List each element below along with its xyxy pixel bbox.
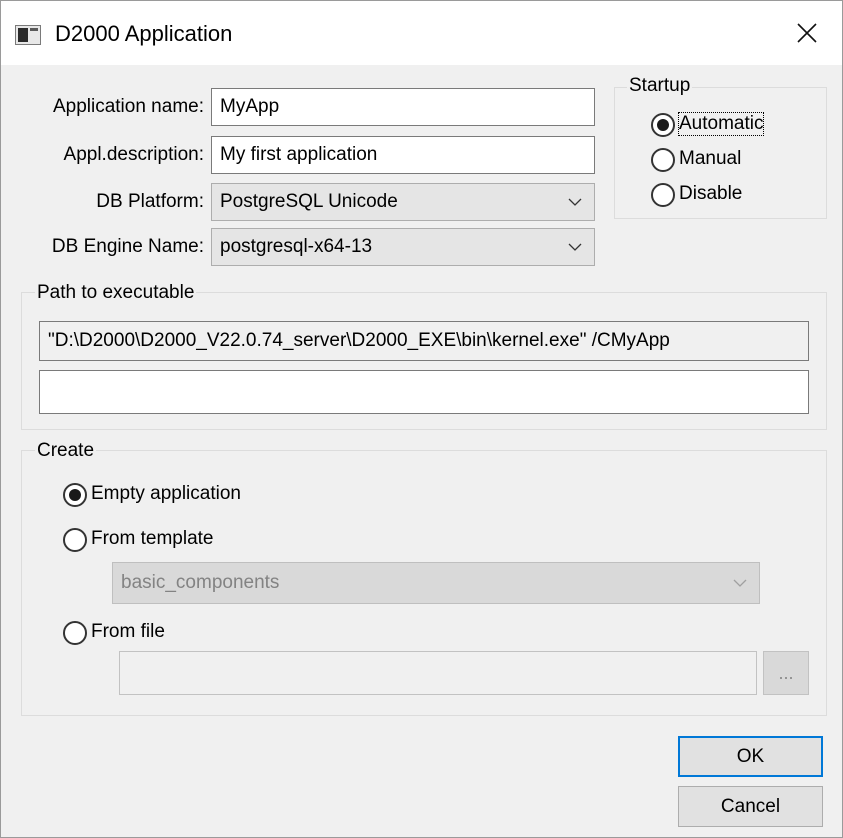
application-name-label: Application name: bbox=[52, 96, 204, 117]
create-empty-label[interactable]: Empty application bbox=[91, 483, 241, 505]
close-button[interactable] bbox=[772, 1, 842, 65]
ok-button[interactable]: OK bbox=[678, 736, 823, 777]
create-file-label[interactable]: From file bbox=[91, 621, 165, 643]
chevron-down-icon bbox=[733, 579, 747, 587]
db-platform-select[interactable]: PostgreSQL Unicode bbox=[211, 183, 595, 221]
template-select[interactable]: basic_components bbox=[112, 562, 760, 604]
description-input[interactable]: My first application bbox=[211, 136, 595, 174]
startup-automatic-radio[interactable] bbox=[651, 113, 675, 137]
create-template-label[interactable]: From template bbox=[91, 528, 213, 550]
startup-manual-label[interactable]: Manual bbox=[679, 148, 741, 170]
chevron-down-icon bbox=[568, 243, 582, 251]
startup-disable-radio[interactable] bbox=[651, 183, 675, 207]
db-engine-select[interactable]: postgresql-x64-13 bbox=[211, 228, 595, 266]
description-label: Appl.description: bbox=[63, 144, 204, 165]
startup-automatic-label[interactable]: Automatic bbox=[677, 112, 765, 136]
executable-path-extra-input[interactable] bbox=[39, 370, 809, 414]
startup-disable-label[interactable]: Disable bbox=[679, 183, 742, 205]
file-path-input[interactable] bbox=[119, 651, 757, 695]
application-icon bbox=[15, 25, 41, 45]
create-empty-radio[interactable] bbox=[63, 483, 87, 507]
cancel-button[interactable]: Cancel bbox=[678, 786, 823, 827]
chevron-down-icon bbox=[568, 198, 582, 206]
template-value: basic_components bbox=[121, 572, 280, 593]
create-template-radio[interactable] bbox=[63, 528, 87, 552]
path-group-title: Path to executable bbox=[35, 282, 197, 304]
window-title: D2000 Application bbox=[55, 21, 233, 46]
close-icon bbox=[797, 23, 817, 43]
create-file-radio[interactable] bbox=[63, 621, 87, 645]
dialog-window: D2000 Application Application name: MyAp… bbox=[0, 0, 843, 838]
executable-path-field: "D:\D2000\D2000_V22.0.74_server\D2000_EX… bbox=[39, 321, 809, 361]
create-group-title: Create bbox=[35, 440, 97, 462]
title-bar: D2000 Application bbox=[1, 1, 842, 65]
db-platform-label: DB Platform: bbox=[96, 191, 204, 212]
startup-manual-radio[interactable] bbox=[651, 148, 675, 172]
db-platform-value: PostgreSQL Unicode bbox=[220, 191, 398, 212]
application-name-input[interactable]: MyApp bbox=[211, 88, 595, 126]
startup-group-title: Startup bbox=[627, 75, 693, 97]
db-engine-label: DB Engine Name: bbox=[51, 236, 204, 257]
db-engine-value: postgresql-x64-13 bbox=[220, 236, 373, 257]
browse-file-button[interactable]: ... bbox=[763, 651, 809, 695]
